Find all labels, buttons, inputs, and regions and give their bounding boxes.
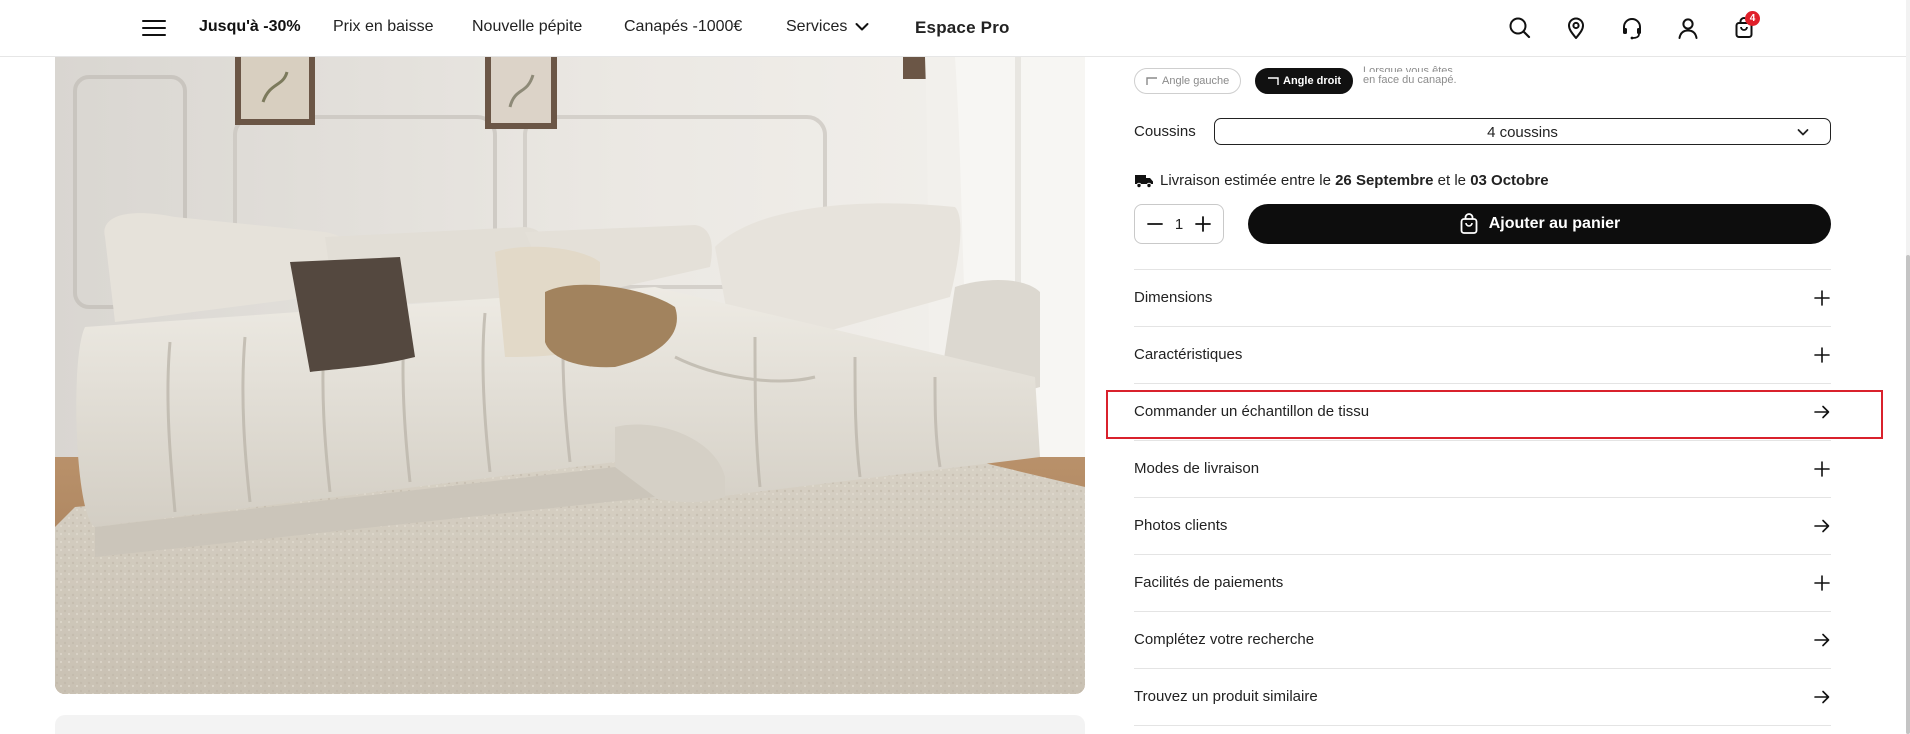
shopping-bag-icon (1460, 213, 1478, 234)
scrollbar-thumb[interactable] (1906, 255, 1910, 734)
delivery-date-from: 26 Septembre (1335, 172, 1434, 189)
accordion-characteristics[interactable]: Caractéristiques (1134, 326, 1831, 383)
nav-services[interactable]: Services (786, 18, 869, 36)
corner-left-icon (1146, 77, 1157, 85)
arrow-right-icon (1814, 405, 1830, 419)
accordion-delivery-modes[interactable]: Modes de livraison (1134, 440, 1831, 497)
orientation-note-line2: en face du canapé. (1363, 74, 1457, 86)
page: Jusqu'à -30% Prix en baisse Nouvelle pép… (0, 0, 1910, 734)
chevron-down-icon (1797, 129, 1809, 136)
plus-icon (1814, 347, 1830, 363)
plus-icon (1814, 290, 1830, 306)
product-image[interactable] (55, 57, 1085, 694)
orientation-note: Lorsque vous êtes en face du canapé. (1363, 63, 1457, 88)
cushions-select[interactable]: 4 coussins (1214, 118, 1831, 145)
accordion-similar-product[interactable]: Trouvez un produit similaire (1134, 668, 1831, 725)
accordion-label: Commander un échantillon de tissu (1134, 403, 1370, 420)
cart-count-badge: 4 (1745, 11, 1760, 26)
thumbnail-strip (55, 715, 1085, 734)
user-icon[interactable] (1674, 14, 1702, 42)
arrow-right-icon (1814, 519, 1830, 533)
accordion-complete-search[interactable]: Complétez votre recherche (1134, 611, 1831, 668)
orientation-right-label: Angle droit (1283, 75, 1342, 87)
accordion-label: Dimensions (1134, 289, 1213, 306)
delivery-estimate: Livraison estimée entre le 26 Septembre … (1134, 172, 1549, 189)
quantity-value[interactable]: 1 (1165, 216, 1193, 233)
accordion-label: Caractéristiques (1134, 346, 1243, 363)
corner-right-icon (1268, 77, 1279, 85)
cushions-value: 4 coussins (1487, 124, 1558, 141)
accordion-label: Facilités de paiements (1134, 574, 1284, 591)
nav-new-gem[interactable]: Nouvelle pépite (472, 18, 582, 36)
accordion-payment-options[interactable]: Facilités de paiements (1134, 554, 1831, 611)
nav-price-drop[interactable]: Prix en baisse (333, 18, 434, 36)
plus-icon (1814, 461, 1830, 477)
menu-icon[interactable] (140, 16, 168, 40)
arrow-right-icon (1814, 690, 1830, 704)
site-header: Jusqu'à -30% Prix en baisse Nouvelle pép… (0, 0, 1906, 57)
accordion-customer-photos[interactable]: Photos clients (1134, 497, 1831, 554)
accordion-label: Complétez votre recherche (1134, 631, 1315, 648)
location-pin-icon[interactable] (1562, 14, 1590, 42)
nav-services-label: Services (786, 18, 848, 35)
accordion-dimensions[interactable]: Dimensions (1134, 269, 1831, 326)
orientation-note-line1: Lorsque vous êtes (1363, 65, 1453, 72)
nav-pro[interactable]: Espace Pro (915, 18, 1010, 38)
arrow-right-icon (1814, 633, 1830, 647)
accordion-label: Photos clients (1134, 517, 1228, 534)
sofa-photo (55, 57, 1085, 694)
quantity-stepper: 1 (1134, 204, 1224, 244)
plus-icon[interactable] (1193, 214, 1213, 234)
cushions-label: Coussins (1134, 123, 1196, 140)
add-to-cart-label: Ajouter au panier (1488, 215, 1621, 232)
truck-icon (1135, 174, 1153, 188)
accordion-fabric-sample[interactable]: Commander un échantillon de tissu (1134, 383, 1831, 440)
delivery-middle: et le (1437, 172, 1467, 189)
delivery-date-to: 03 Octobre (1470, 172, 1549, 189)
headset-icon[interactable] (1618, 14, 1646, 42)
accordion-label: Trouvez un produit similaire (1134, 688, 1318, 705)
plus-icon (1814, 575, 1830, 591)
chevron-down-icon (855, 22, 869, 31)
orientation-left-label: Angle gauche (1162, 75, 1230, 87)
minus-icon[interactable] (1145, 214, 1165, 234)
search-icon[interactable] (1506, 14, 1534, 42)
delivery-prefix: Livraison estimée entre le (1160, 172, 1331, 189)
divider (1134, 725, 1831, 726)
orientation-right-button[interactable]: Angle droit (1255, 68, 1354, 94)
accordion-label: Modes de livraison (1134, 460, 1260, 477)
orientation-left-button[interactable]: Angle gauche (1134, 68, 1242, 94)
add-to-cart-button[interactable]: Ajouter au panier (1248, 204, 1831, 244)
nav-sofas[interactable]: Canapés -1000€ (624, 18, 742, 36)
nav-promo[interactable]: Jusqu'à -30% (199, 18, 301, 36)
